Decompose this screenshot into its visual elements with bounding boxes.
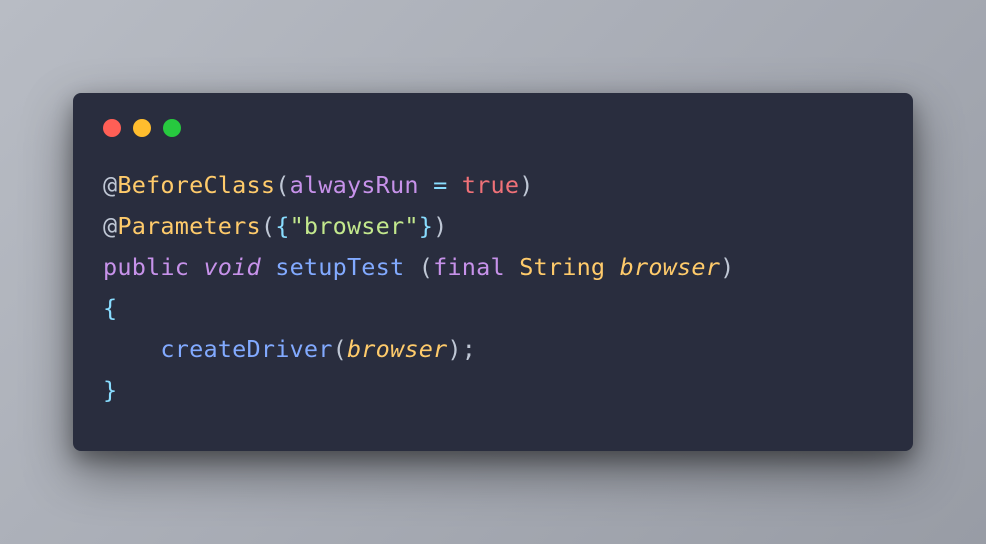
keyword-public: public bbox=[103, 253, 189, 281]
brace-close: } bbox=[103, 376, 117, 404]
paren-open: ( bbox=[419, 253, 433, 281]
paren-close: ) bbox=[519, 171, 533, 199]
method-name: setupTest bbox=[275, 253, 404, 281]
brace-open: { bbox=[103, 294, 117, 322]
annotation-name: Parameters bbox=[117, 212, 260, 240]
keyword-void: void bbox=[203, 253, 260, 281]
paren-open: ( bbox=[275, 171, 289, 199]
code-window: @BeforeClass(alwaysRun = true) @Paramete… bbox=[73, 93, 913, 452]
space bbox=[605, 253, 619, 281]
type-name: String bbox=[519, 253, 605, 281]
space bbox=[505, 253, 519, 281]
space bbox=[447, 171, 461, 199]
equals-op: = bbox=[433, 171, 447, 199]
paren-close: ) bbox=[433, 212, 447, 240]
string-literal: "browser" bbox=[290, 212, 419, 240]
arg-name: browser bbox=[347, 335, 447, 363]
brace-close: } bbox=[419, 212, 433, 240]
space bbox=[189, 253, 203, 281]
paren-open: ( bbox=[333, 335, 347, 363]
at-sign: @ bbox=[103, 171, 117, 199]
method-call: createDriver bbox=[160, 335, 332, 363]
window-controls bbox=[103, 119, 883, 137]
indent bbox=[103, 335, 160, 363]
code-block: @BeforeClass(alwaysRun = true) @Paramete… bbox=[103, 165, 883, 412]
paren-close: ) bbox=[720, 253, 734, 281]
maximize-icon[interactable] bbox=[163, 119, 181, 137]
param-name: browser bbox=[620, 253, 720, 281]
annotation-name: BeforeClass bbox=[117, 171, 275, 199]
space bbox=[404, 253, 418, 281]
at-sign: @ bbox=[103, 212, 117, 240]
paren-open: ( bbox=[261, 212, 275, 240]
paren-close: ) bbox=[447, 335, 461, 363]
true-literal: true bbox=[462, 171, 519, 199]
space bbox=[419, 171, 433, 199]
space bbox=[261, 253, 275, 281]
brace-open: { bbox=[275, 212, 289, 240]
minimize-icon[interactable] bbox=[133, 119, 151, 137]
keyword-final: final bbox=[433, 253, 505, 281]
semicolon: ; bbox=[462, 335, 476, 363]
param-name: alwaysRun bbox=[290, 171, 419, 199]
close-icon[interactable] bbox=[103, 119, 121, 137]
